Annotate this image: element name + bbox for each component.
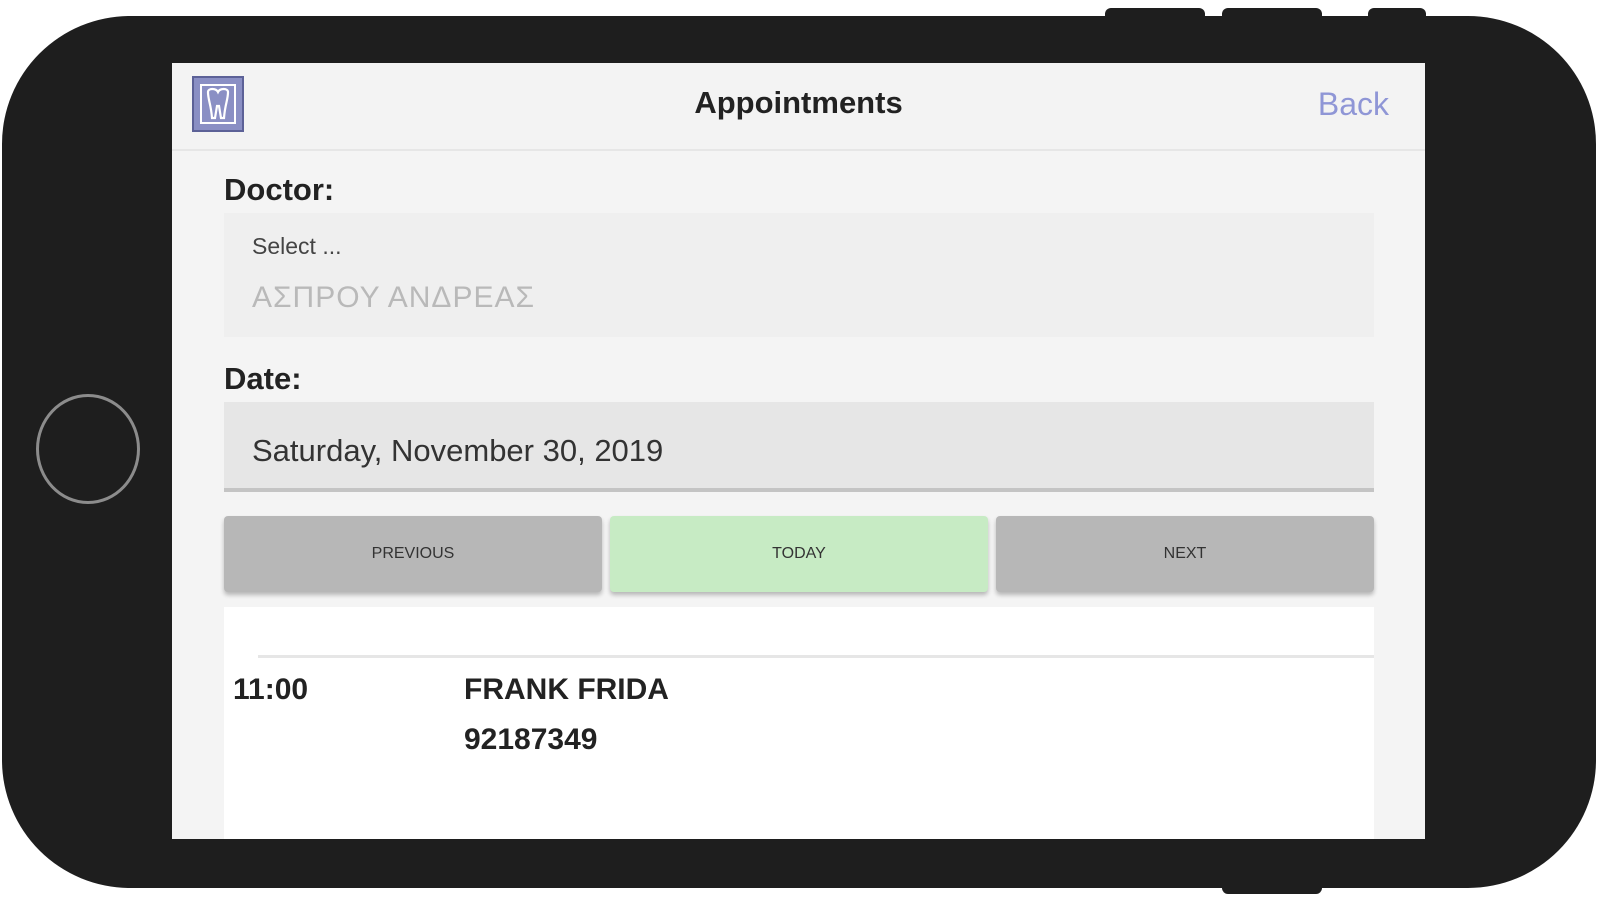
appointments-list: 11:00 FRANK FRIDA 92187349 (224, 607, 1374, 839)
today-button[interactable]: TODAY (610, 516, 988, 592)
list-divider (258, 655, 1374, 658)
appointment-patient-name: FRANK FRIDA (464, 673, 669, 706)
device-mockup: Appointments Back Doctor: Select ... ΑΣΠ… (0, 0, 1599, 900)
app-screen: Appointments Back Doctor: Select ... ΑΣΠ… (172, 63, 1425, 839)
back-button[interactable]: Back (1318, 63, 1389, 149)
appointment-patient-phone: 92187349 (464, 723, 598, 756)
doctor-label: Doctor: (224, 172, 335, 207)
appointment-time: 11:00 (233, 673, 309, 706)
home-button[interactable] (36, 394, 140, 504)
doctor-picker[interactable]: Select ... ΑΣΠΡΟΥ ΑΝΔΡΕΑΣ (224, 213, 1374, 337)
date-picker-value: Saturday, November 30, 2019 (252, 433, 664, 468)
doctor-picker-hint: Select ... (252, 233, 342, 259)
next-button[interactable]: NEXT (996, 516, 1374, 592)
page-title: Appointments (694, 85, 903, 120)
date-label: Date: (224, 361, 302, 396)
previous-button[interactable]: PREVIOUS (224, 516, 602, 592)
appointment-row[interactable]: 11:00 FRANK FRIDA 92187349 (224, 659, 1374, 799)
date-picker[interactable]: Saturday, November 30, 2019 (224, 402, 1374, 492)
doctor-picker-value: ΑΣΠΡΟΥ ΑΝΔΡΕΑΣ (252, 281, 536, 314)
navigation-bar: Appointments Back (172, 63, 1425, 151)
